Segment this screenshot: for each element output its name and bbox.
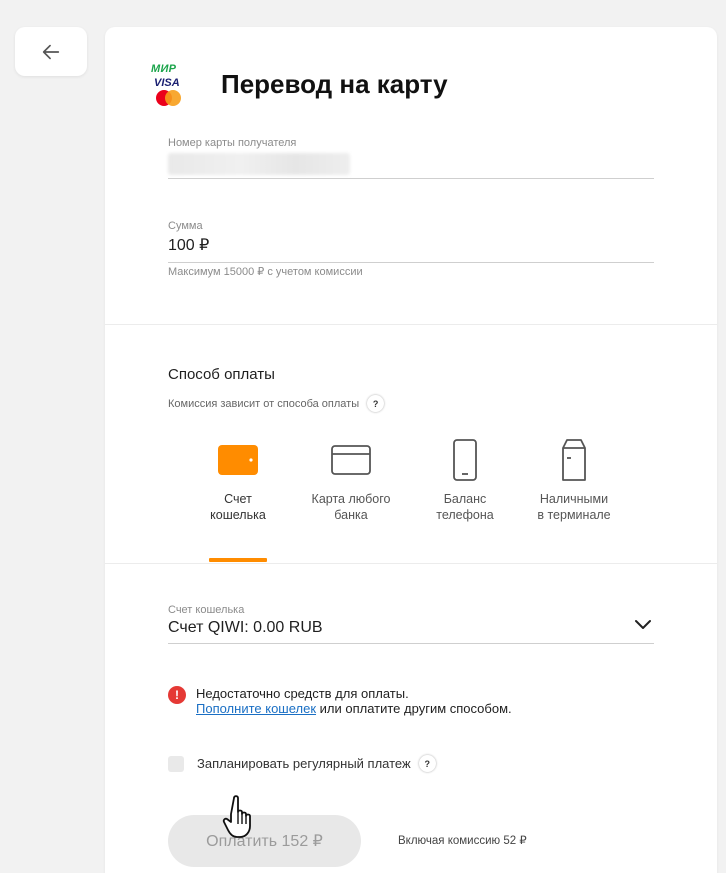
active-method-indicator	[209, 558, 267, 562]
method-wallet[interactable]: Счет кошелька	[183, 437, 293, 523]
warning-line-2: или оплатите другим способом.	[316, 701, 512, 716]
phone-icon	[453, 439, 477, 481]
hand-cursor-icon	[222, 795, 251, 838]
recipient-card-value-blurred	[168, 153, 350, 175]
warning-line-1: Недостаточно средств для оплаты.	[196, 686, 409, 701]
method-phone-label-2: телефона	[436, 508, 494, 522]
payment-systems-logos: МИР VISA	[151, 63, 191, 108]
wallet-account-label: Счет кошелька	[168, 604, 245, 616]
wallet-icon	[218, 445, 258, 475]
schedule-checkbox[interactable]	[168, 755, 184, 772]
commission-note: Комиссия зависит от способа оплаты	[168, 397, 360, 410]
payment-method-subtitle: Комиссия зависит от способа оплаты ?	[168, 395, 385, 412]
schedule-payment-row[interactable]: Запланировать регулярный платеж ?	[168, 755, 436, 772]
method-bank-card[interactable]: Карта любого банка	[296, 437, 406, 523]
terminal-icon	[562, 439, 586, 481]
mastercard-logo	[154, 90, 184, 108]
section-divider	[105, 563, 717, 564]
method-phone-label-1: Баланс	[443, 492, 487, 506]
method-terminal-label-1: Наличными	[539, 492, 609, 506]
insufficient-funds-warning: ! Недостаточно средств для оплаты. Попол…	[168, 686, 512, 716]
help-icon[interactable]: ?	[418, 755, 436, 772]
help-icon[interactable]: ?	[367, 395, 385, 412]
amount-field[interactable]: Сумма 100 ₽	[168, 220, 654, 263]
wallet-account-value: Счет QIWI: 0.00 RUB	[168, 619, 323, 636]
method-bank-card-label-1: Карта любого	[311, 492, 391, 506]
recipient-card-label: Номер карты получателя	[168, 137, 297, 149]
top-up-wallet-link[interactable]: Пополните кошелек	[196, 701, 316, 716]
method-terminal[interactable]: Наличными в терминале	[519, 437, 629, 523]
mir-logo: МИР	[151, 63, 177, 75]
visa-logo: VISA	[154, 77, 180, 89]
wallet-account-select[interactable]: Счет кошелька Счет QIWI: 0.00 RUB	[168, 604, 654, 644]
method-wallet-label-1: Счет	[224, 492, 252, 506]
transfer-card: МИР VISA Перевод на карту Номер карты по…	[105, 27, 717, 873]
method-bank-card-label-2: банка	[334, 508, 368, 522]
back-button[interactable]	[15, 27, 87, 76]
amount-hint: Максимум 15000 ₽ с учетом комиссии	[168, 266, 363, 278]
arrow-left-icon	[42, 44, 60, 59]
page-title: Перевод на карту	[221, 69, 448, 99]
schedule-label: Запланировать регулярный платеж	[197, 756, 411, 771]
method-phone[interactable]: Баланс телефона	[410, 437, 520, 523]
section-divider	[105, 324, 717, 325]
amount-label: Сумма	[168, 220, 203, 232]
payment-method-title: Способ оплаты	[168, 366, 275, 383]
recipient-card-field[interactable]: Номер карты получателя	[168, 137, 654, 179]
pay-button[interactable]: Оплатить 152 ₽	[168, 815, 361, 867]
method-wallet-label-2: кошелька	[210, 508, 266, 522]
error-icon: !	[168, 686, 186, 704]
bank-card-icon	[331, 445, 371, 475]
amount-value: 100 ₽	[168, 237, 210, 254]
method-terminal-label-2: в терминале	[537, 508, 611, 522]
commission-text: Включая комиссию 52 ₽	[398, 835, 527, 847]
chevron-down-icon	[635, 620, 651, 629]
